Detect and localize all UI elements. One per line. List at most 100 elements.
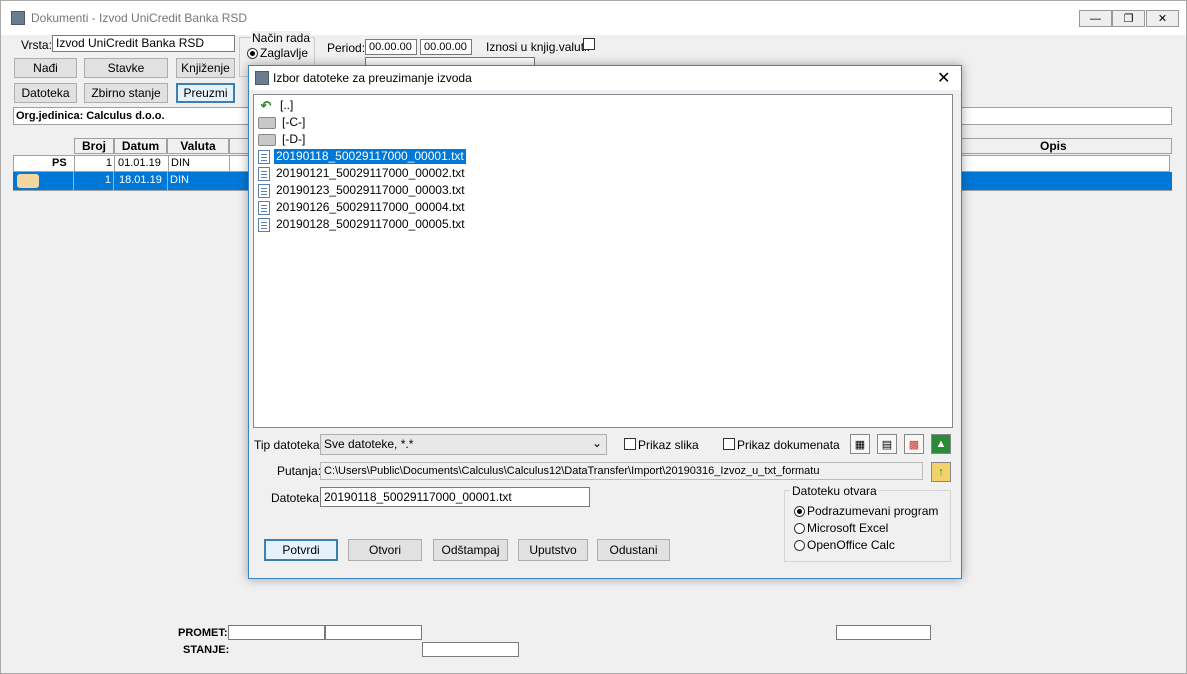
text-file-icon bbox=[258, 149, 270, 164]
uputstvo-button[interactable]: Uputstvo bbox=[518, 539, 588, 561]
text-file-icon bbox=[258, 166, 270, 181]
nacin-rada-label: Način rada bbox=[251, 31, 312, 45]
header-broj[interactable]: Broj bbox=[74, 138, 114, 154]
file-name: 20190126_50029117000_00004.txt bbox=[276, 200, 465, 214]
otvori-button[interactable]: Otvori bbox=[348, 539, 422, 561]
file-name: [..] bbox=[280, 98, 294, 112]
text-file-icon bbox=[258, 183, 270, 198]
folder-open-icon[interactable]: ↑ bbox=[931, 462, 951, 482]
list-item-file[interactable]: 20190121_50029117000_00002.txt bbox=[258, 165, 467, 182]
row-broj: 1 bbox=[73, 172, 114, 190]
radio-dot bbox=[794, 505, 805, 517]
list-item-file-selected[interactable]: 20190118_50029117000_00001.txt bbox=[258, 148, 466, 165]
radio-dot bbox=[794, 539, 805, 551]
zaglavlje-radio[interactable]: Zaglavlje bbox=[247, 46, 308, 60]
pointing-hand-icon bbox=[17, 174, 39, 188]
list-item-drive-c[interactable]: [-C-] bbox=[258, 114, 307, 131]
zaglavlje-label: Zaglavlje bbox=[260, 46, 309, 60]
chevron-down-icon: ⌄ bbox=[591, 436, 602, 450]
tip-datoteka-label: Tip datoteka: bbox=[254, 438, 323, 452]
stavke-button[interactable]: Stavke bbox=[84, 58, 168, 78]
list-item-up[interactable]: ↶ [..] bbox=[258, 97, 295, 114]
vrsta-field[interactable]: Izvod UniCredit Banka RSD bbox=[52, 35, 235, 52]
drive-icon bbox=[258, 116, 276, 129]
vrsta-label: Vrsta: bbox=[21, 38, 52, 52]
file-name: 20190121_50029117000_00002.txt bbox=[276, 166, 465, 180]
file-name: 20190128_50029117000_00005.txt bbox=[276, 217, 465, 231]
view-list-icon[interactable]: ▦ bbox=[850, 434, 870, 454]
datoteku-otvara-title: Datoteku otvara bbox=[790, 484, 879, 498]
stanje-label: STANJE: bbox=[183, 644, 230, 656]
radio-podrazumevani[interactable]: Podrazumevani program bbox=[794, 504, 938, 518]
row-broj: 1 bbox=[74, 156, 115, 171]
window-title: Dokumenti - Izvod UniCredit Banka RSD bbox=[31, 11, 248, 25]
period-label: Period: bbox=[327, 41, 366, 55]
odustani-button[interactable]: Odustani bbox=[597, 539, 670, 561]
row-datum: 01.01.19 bbox=[118, 157, 161, 169]
text-file-icon bbox=[258, 200, 270, 215]
promet-field-2 bbox=[325, 625, 422, 640]
list-item-file[interactable]: 20190126_50029117000_00004.txt bbox=[258, 199, 467, 216]
prikaz-slika-checkbox[interactable] bbox=[624, 438, 636, 450]
zbirno-stanje-button[interactable]: Zbirno stanje bbox=[84, 83, 168, 103]
datoteka-button[interactable]: Datoteka bbox=[14, 83, 77, 103]
close-icon[interactable]: ✕ bbox=[937, 68, 950, 88]
prikaz-slika-label: Prikaz slika bbox=[638, 438, 699, 452]
drive-icon bbox=[258, 133, 276, 146]
file-name: 20190123_50029117000_00003.txt bbox=[276, 183, 465, 197]
view-details-icon[interactable]: ▤ bbox=[877, 434, 897, 454]
putanja-field[interactable]: C:\Users\Public\Documents\Calculus\Calcu… bbox=[320, 462, 923, 480]
prikaz-dokumenata-label: Prikaz dokumenata bbox=[737, 438, 840, 452]
org-jedinica-label: Org.jedinica: Calculus d.o.o. bbox=[16, 110, 165, 122]
nadji-button[interactable]: Nađi bbox=[14, 58, 77, 78]
radio-label: Podrazumevani program bbox=[807, 504, 939, 518]
putanja-label: Putanja: bbox=[277, 464, 322, 478]
row-marker: PS bbox=[52, 157, 67, 169]
row-valuta: DIN bbox=[167, 172, 189, 190]
view-icons-icon[interactable]: ▩ bbox=[904, 434, 924, 454]
odstampaj-button[interactable]: Odštampaj bbox=[433, 539, 508, 561]
stanje-field bbox=[422, 642, 519, 657]
period-from-field[interactable]: 00.00.00 bbox=[365, 39, 417, 55]
restore-button[interactable]: ❐ bbox=[1112, 10, 1145, 27]
period-to-field[interactable]: 00.00.00 bbox=[420, 39, 472, 55]
radio-label: Microsoft Excel bbox=[807, 521, 889, 535]
file-name: [-D-] bbox=[282, 132, 306, 146]
preuzmi-button[interactable]: Preuzmi bbox=[176, 83, 235, 103]
promet-field-3 bbox=[836, 625, 931, 640]
tip-datoteka-value: Sve datoteke, *.* bbox=[324, 437, 414, 451]
folder-up-icon: ↶ bbox=[260, 97, 272, 113]
row-divider bbox=[229, 156, 230, 171]
radio-excel[interactable]: Microsoft Excel bbox=[794, 521, 888, 535]
file-list[interactable]: ↶ [..] [-C-] [-D-] 20190118_50029117000_… bbox=[253, 94, 953, 428]
iznosi-label: Iznosi u knjig.valuti: bbox=[486, 40, 591, 54]
list-item-file[interactable]: 20190128_50029117000_00005.txt bbox=[258, 216, 467, 233]
promet-label: PROMET: bbox=[178, 627, 228, 639]
radio-dot bbox=[794, 522, 805, 534]
tip-datoteka-select[interactable]: Sve datoteke, *.* ⌄ bbox=[320, 434, 607, 455]
iznosi-checkbox[interactable] bbox=[583, 38, 595, 50]
prikaz-dokumenata-checkbox[interactable] bbox=[723, 438, 735, 450]
app-icon bbox=[11, 11, 25, 25]
row-datum: 18.01.19 bbox=[119, 174, 162, 186]
datoteka-field[interactable]: 20190118_50029117000_00001.txt bbox=[320, 487, 590, 507]
text-file-icon bbox=[258, 217, 270, 232]
view-thumbnails-icon[interactable]: ▲ bbox=[931, 434, 951, 454]
list-item-drive-d[interactable]: [-D-] bbox=[258, 131, 307, 148]
knjizenje-button[interactable]: Knjiženje bbox=[176, 58, 235, 78]
dialog-title: Izbor datoteke za preuzimanje izvoda bbox=[273, 71, 472, 85]
file-name: [-C-] bbox=[282, 115, 306, 129]
header-datum[interactable]: Datum bbox=[114, 138, 167, 154]
row-valuta: DIN bbox=[168, 156, 190, 171]
minimize-button[interactable]: — bbox=[1079, 10, 1112, 27]
datoteka-label: Datoteka: bbox=[271, 491, 323, 505]
radio-openoffice[interactable]: OpenOffice Calc bbox=[794, 538, 895, 552]
dialog-icon bbox=[255, 71, 269, 85]
potvrdi-button[interactable]: Potvrdi bbox=[264, 539, 338, 561]
title-bar: Dokumenti - Izvod UniCredit Banka RSD — … bbox=[1, 1, 1186, 35]
file-name: 20190118_50029117000_00001.txt bbox=[274, 149, 466, 164]
close-window-button[interactable]: ✕ bbox=[1146, 10, 1179, 27]
radio-label: OpenOffice Calc bbox=[807, 538, 895, 552]
header-valuta[interactable]: Valuta bbox=[167, 138, 229, 154]
list-item-file[interactable]: 20190123_50029117000_00003.txt bbox=[258, 182, 467, 199]
